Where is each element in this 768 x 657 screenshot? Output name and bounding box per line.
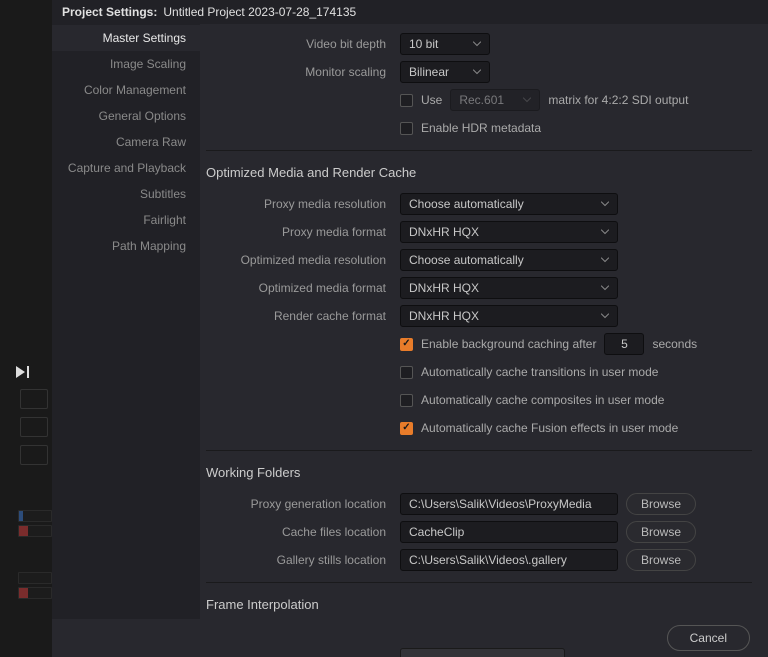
timeline-clip xyxy=(18,525,52,537)
timeline-tool-2[interactable] xyxy=(20,417,48,437)
cancel-button[interactable]: Cancel xyxy=(667,625,750,651)
sidebar-item-color-management[interactable]: Color Management xyxy=(52,77,200,103)
timeline-tool-1[interactable] xyxy=(20,389,48,409)
chevron-down-icon xyxy=(601,230,609,235)
timeline-tool-3[interactable] xyxy=(20,445,48,465)
settings-sidebar: Master Settings Image Scaling Color Mana… xyxy=(52,24,200,657)
section-title-folders: Working Folders xyxy=(206,465,752,480)
dialog-titlebar: Project Settings: Untitled Project 2023-… xyxy=(52,0,768,24)
input-gallery-loc[interactable] xyxy=(400,549,618,571)
timeline-clip xyxy=(18,587,52,599)
chevron-down-icon xyxy=(601,258,609,263)
input-bg-cache-seconds[interactable] xyxy=(604,333,644,355)
timeline-clip xyxy=(18,572,52,584)
label-gallery-loc: Gallery stills location xyxy=(200,553,400,567)
dropdown-opt-fmt[interactable]: DNxHR HQX xyxy=(400,277,618,299)
dropdown-proxy-res[interactable]: Choose automatically xyxy=(400,193,618,215)
checkbox-bg-cache[interactable]: ✓ xyxy=(400,338,413,351)
chevron-down-icon xyxy=(601,314,609,319)
timeline-clip xyxy=(18,510,52,522)
checkbox-auto-trans[interactable] xyxy=(400,366,413,379)
browse-button-cache[interactable]: Browse xyxy=(626,521,696,543)
chevron-down-icon xyxy=(601,286,609,291)
dropdown-monitor-scaling[interactable]: Bilinear xyxy=(400,61,490,83)
label-video-bit-depth: Video bit depth xyxy=(200,37,400,51)
menu-item-nearest[interactable]: Nearest xyxy=(401,651,564,657)
chevron-down-icon xyxy=(473,42,481,47)
checkbox-use-matrix[interactable] xyxy=(400,94,413,107)
dropdown-proxy-fmt[interactable]: DNxHR HQX xyxy=(400,221,618,243)
label-proxy-fmt: Proxy media format xyxy=(200,225,400,239)
browse-button-proxy[interactable]: Browse xyxy=(626,493,696,515)
dropdown-matrix[interactable]: Rec.601 xyxy=(450,89,540,111)
sidebar-item-camera-raw[interactable]: Camera Raw xyxy=(52,129,200,155)
chevron-down-icon xyxy=(523,98,531,103)
sidebar-item-image-scaling[interactable]: Image Scaling xyxy=(52,51,200,77)
dropdown-opt-res[interactable]: Choose automatically xyxy=(400,249,618,271)
dropdown-video-bit-depth[interactable]: 10 bit xyxy=(400,33,490,55)
sidebar-item-capture-playback[interactable]: Capture and Playback xyxy=(52,155,200,181)
chevron-down-icon xyxy=(473,70,481,75)
label-proxy-res: Proxy media resolution xyxy=(200,197,400,211)
label-proxy-loc: Proxy generation location xyxy=(200,497,400,511)
title-project: Untitled Project 2023-07-28_174135 xyxy=(163,5,356,19)
browse-button-gallery[interactable]: Browse xyxy=(626,549,696,571)
section-title-optimized: Optimized Media and Render Cache xyxy=(206,165,752,180)
input-cache-loc[interactable] xyxy=(400,521,618,543)
sidebar-item-general-options[interactable]: General Options xyxy=(52,103,200,129)
label-cache-loc: Cache files location xyxy=(200,525,400,539)
sidebar-item-fairlight[interactable]: Fairlight xyxy=(52,207,200,233)
checkbox-auto-comp[interactable] xyxy=(400,394,413,407)
play-next-icon[interactable] xyxy=(16,366,30,381)
dropdown-cache-fmt[interactable]: DNxHR HQX xyxy=(400,305,618,327)
label-opt-fmt: Optimized media format xyxy=(200,281,400,295)
dropdown-menu-retime: Nearest Frame Blend Optical Flow xyxy=(400,648,565,657)
checkbox-hdr-metadata[interactable] xyxy=(400,122,413,135)
sidebar-item-subtitles[interactable]: Subtitles xyxy=(52,181,200,207)
label-opt-res: Optimized media resolution xyxy=(200,253,400,267)
title-prefix: Project Settings: xyxy=(62,5,157,19)
sidebar-item-master-settings[interactable]: Master Settings xyxy=(52,25,200,51)
input-proxy-loc[interactable] xyxy=(400,493,618,515)
checkbox-auto-fusion[interactable]: ✓ xyxy=(400,422,413,435)
sidebar-item-path-mapping[interactable]: Path Mapping xyxy=(52,233,200,259)
chevron-down-icon xyxy=(601,202,609,207)
label-cache-fmt: Render cache format xyxy=(200,309,400,323)
section-title-frame-interp: Frame Interpolation xyxy=(206,597,752,612)
label-monitor-scaling: Monitor scaling xyxy=(200,65,400,79)
